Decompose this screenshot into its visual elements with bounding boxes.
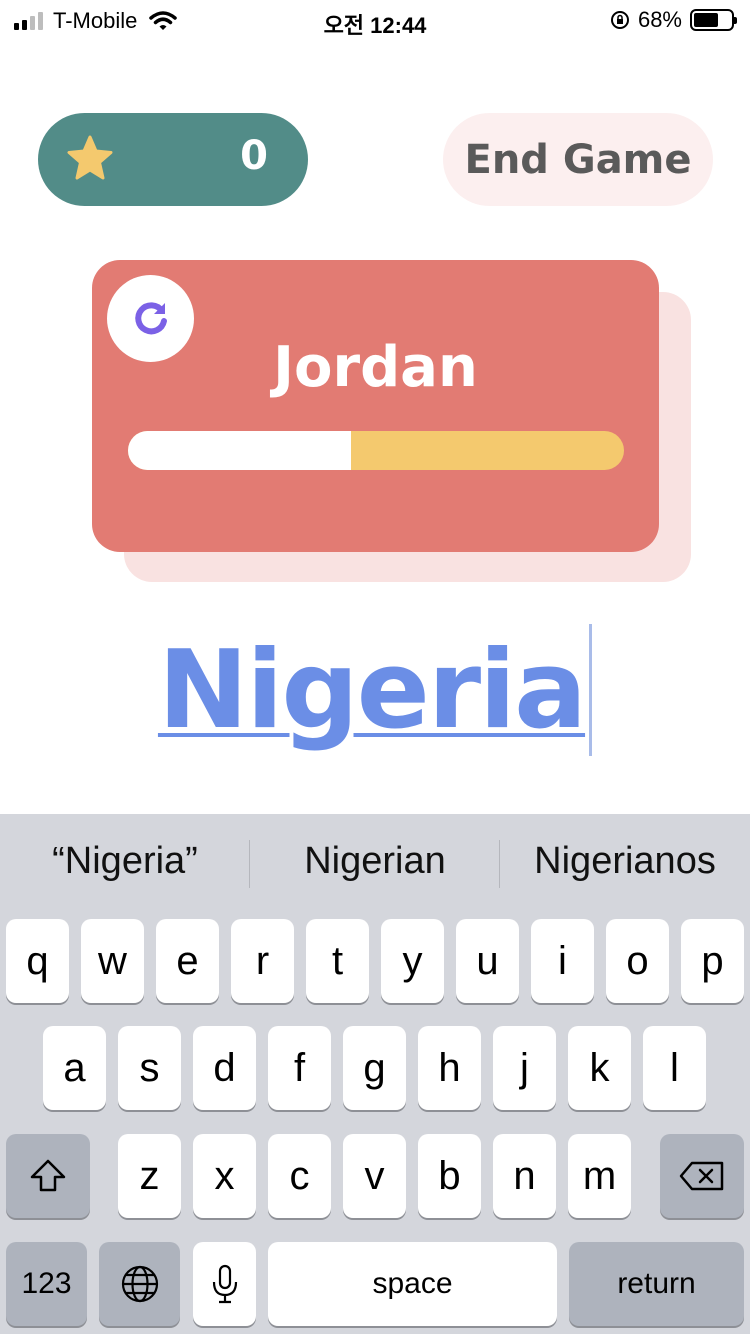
key-h[interactable]: h: [418, 1026, 481, 1110]
suggestion-item[interactable]: Nigerianos: [500, 840, 750, 883]
star-icon: [67, 135, 113, 180]
key-u[interactable]: u: [456, 919, 519, 1003]
score-value: 0: [240, 133, 268, 179]
numbers-key[interactable]: 123: [6, 1242, 87, 1326]
backspace-key[interactable]: [660, 1134, 744, 1218]
key-r[interactable]: r: [231, 919, 294, 1003]
suggestion-bar: “Nigeria” Nigerian Nigerianos: [0, 814, 750, 914]
key-g[interactable]: g: [343, 1026, 406, 1110]
key-j[interactable]: j: [493, 1026, 556, 1110]
key-b[interactable]: b: [418, 1134, 481, 1218]
timer-bar-remaining: [128, 431, 352, 470]
key-n[interactable]: n: [493, 1134, 556, 1218]
battery-percent: 68%: [637, 7, 682, 32]
return-key-label: return: [617, 1267, 696, 1300]
key-i[interactable]: i: [531, 919, 594, 1003]
keyboard: “Nigeria” Nigerian Nigerianos q w e r t …: [0, 814, 750, 1334]
score-display: 0: [38, 113, 308, 206]
key-x[interactable]: x: [193, 1134, 256, 1218]
battery-icon: [690, 9, 737, 31]
space-key-label: space: [372, 1267, 453, 1300]
key-s[interactable]: s: [118, 1026, 181, 1110]
key-w[interactable]: w: [81, 919, 144, 1003]
country-card: Jordan: [92, 260, 659, 552]
key-d[interactable]: d: [193, 1026, 256, 1110]
status-bar: T-Mobile 오전 12:44 68%: [0, 0, 750, 40]
key-z[interactable]: z: [118, 1134, 181, 1218]
orientation-lock-icon: [610, 11, 629, 29]
answer-text[interactable]: Nigeria: [158, 628, 587, 753]
key-p[interactable]: p: [681, 919, 744, 1003]
key-o[interactable]: o: [606, 919, 669, 1003]
backspace-icon: [679, 1161, 724, 1191]
key-y[interactable]: y: [381, 919, 444, 1003]
key-v[interactable]: v: [343, 1134, 406, 1218]
key-f[interactable]: f: [268, 1026, 331, 1110]
suggestion-item[interactable]: Nigerian: [250, 840, 500, 883]
shift-icon: [30, 1159, 66, 1192]
key-a[interactable]: a: [43, 1026, 106, 1110]
dictation-key[interactable]: [193, 1242, 256, 1326]
space-key[interactable]: space: [268, 1242, 557, 1326]
key-c[interactable]: c: [268, 1134, 331, 1218]
target-country: Jordan: [273, 335, 478, 400]
answer-input[interactable]: Nigeria: [0, 620, 750, 760]
key-l[interactable]: l: [643, 1026, 706, 1110]
key-q[interactable]: q: [6, 919, 69, 1003]
key-m[interactable]: m: [568, 1134, 631, 1218]
shift-key[interactable]: [6, 1134, 90, 1218]
return-key[interactable]: return: [569, 1242, 744, 1326]
timer-bar: [128, 431, 624, 470]
key-e[interactable]: e: [156, 919, 219, 1003]
key-t[interactable]: t: [306, 919, 369, 1003]
numbers-key-label: 123: [21, 1267, 72, 1300]
microphone-icon: [212, 1264, 237, 1304]
refresh-icon: [134, 301, 167, 334]
globe-icon: [121, 1265, 158, 1303]
status-right: 68%: [610, 7, 737, 33]
key-k[interactable]: k: [568, 1026, 631, 1110]
text-caret: [589, 624, 593, 756]
suggestion-item[interactable]: “Nigeria”: [0, 840, 250, 883]
globe-key[interactable]: [99, 1242, 180, 1326]
end-game-button[interactable]: End Game: [443, 113, 713, 206]
